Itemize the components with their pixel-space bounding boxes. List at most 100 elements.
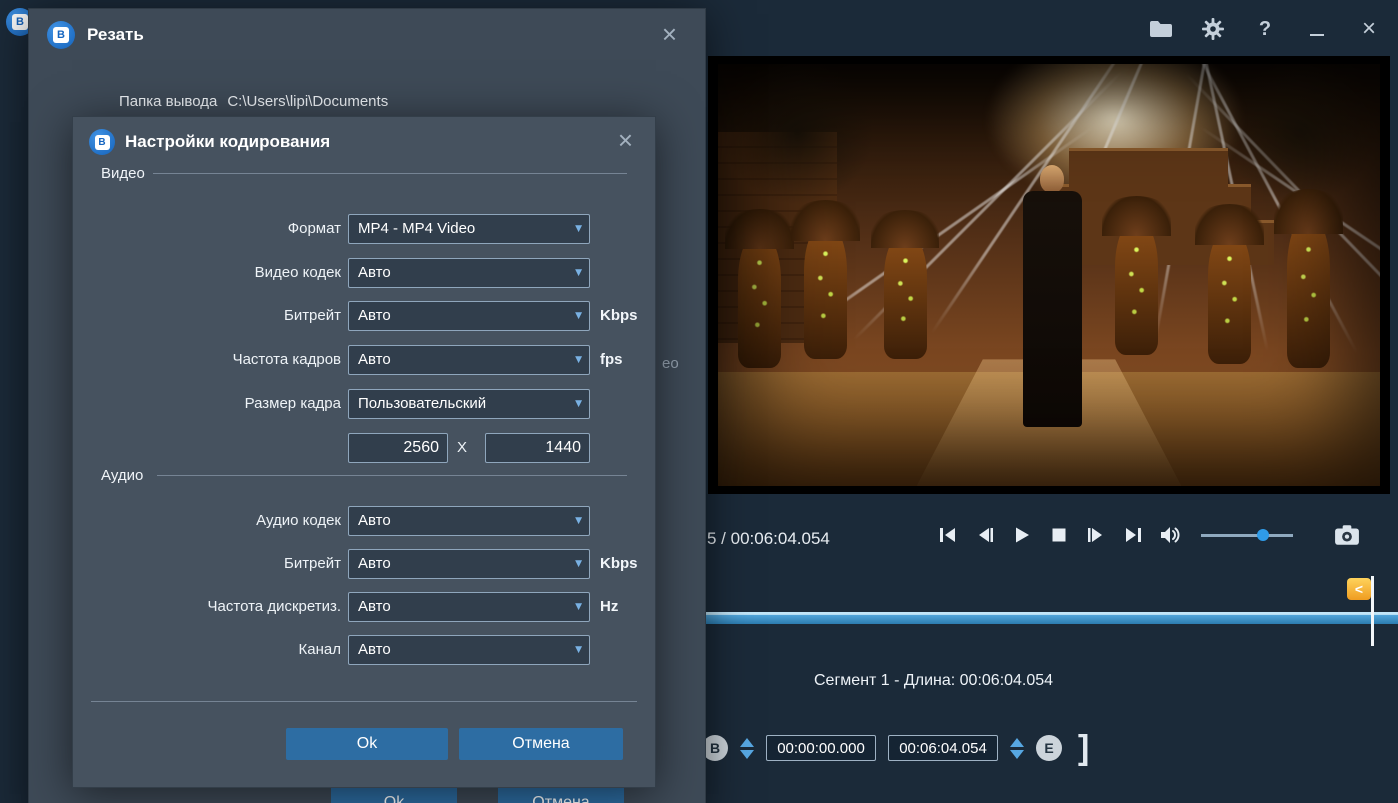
frame-height-field[interactable] [485,433,590,463]
prev-frame-button[interactable] [973,523,997,547]
close-icon[interactable]: × [1356,16,1382,42]
sample-rate-label: Частота дискретиз. [207,598,341,615]
titlebar-toolbar: ? × [1148,16,1382,42]
timeline-end-marker[interactable]: < [1347,578,1371,600]
frame-rate-label: Частота кадров [232,351,341,368]
next-frame-button[interactable] [1084,523,1108,547]
frame-rate-select[interactable]: Авто ▼ [348,345,590,375]
segment-title: Сегмент 1 - Длина: 00:06:04.054 [814,672,1054,689]
output-folder-row: Папка вывода C:\Users\lipi\Documents [119,93,388,110]
timeline-track[interactable] [706,612,1398,624]
format-select[interactable]: MP4 - MP4 Video ▼ [348,214,590,244]
help-icon[interactable]: ? [1252,16,1278,42]
next-keyframe-button[interactable] [1121,523,1145,547]
frame-size-select[interactable]: Пользовательский ▼ [348,389,590,419]
encoding-ok-button[interactable]: Ok [286,728,448,760]
kbps-unit: Kbps [600,555,638,572]
transport-controls [936,523,1359,547]
main-window: B ? × 5 / 00:06:04.054 < Сегмент 1 - Дли… [0,0,1398,803]
close-icon[interactable]: × [618,127,633,153]
format-row: Формат MP4 - MP4 Video ▼ [73,214,655,244]
minimize-icon[interactable] [1304,16,1330,42]
cut-dialog-title: Резать [87,25,144,44]
video-bitrate-row: Битрейт Авто ▼ Kbps [73,301,655,331]
channel-select[interactable]: Авто ▼ [348,635,590,665]
snapshot-camera-button[interactable] [1334,523,1359,547]
chevron-down-icon: ▼ [575,602,582,612]
volume-slider-track [1201,534,1293,537]
frame-size-label: Размер кадра [244,395,341,412]
app-logo-letter: B [12,14,28,30]
output-folder-label: Папка вывода [119,93,218,110]
chevron-down-icon: ▼ [575,224,582,234]
encoding-dialog-title: Настройки кодирования [125,132,331,151]
settings-gear-icon[interactable] [1200,16,1226,42]
end-time-stepper[interactable] [1010,737,1024,759]
channel-label: Канал [298,641,341,658]
vignette [718,64,1380,486]
kbps-unit: Kbps [600,307,638,324]
audio-bitrate-row: Битрейт Авто ▼ Kbps [73,549,655,579]
chevron-down-icon: ▼ [575,268,582,278]
sample-rate-select[interactable]: Авто ▼ [348,592,590,622]
hz-unit: Hz [600,598,619,615]
chevron-down-icon: ▼ [575,311,582,321]
frame-width-field[interactable] [348,433,448,463]
chevron-down-icon: ▼ [575,559,582,569]
encoding-cancel-button[interactable]: Отмена [459,728,623,760]
sample-rate-row: Частота дискретиз. Авто ▼ Hz [73,592,655,622]
video-frame-image [718,64,1380,486]
chevron-down-icon: ▼ [575,645,582,655]
encoding-settings-dialog: B Настройки кодирования × Видео Формат M… [72,116,656,788]
volume-slider-thumb[interactable] [1257,529,1269,541]
stop-button[interactable] [1047,523,1071,547]
frame-rate-row: Частота кадров Авто ▼ fps [73,345,655,375]
close-icon[interactable]: × [662,21,677,47]
volume-slider[interactable] [1201,528,1293,542]
video-group-label: Видео [101,165,145,182]
stepper-up-icon[interactable] [740,737,754,747]
dialog-logo-icon: B [47,21,75,49]
footer-divider [91,701,637,702]
channel-row: Канал Авто ▼ [73,635,655,665]
fps-unit: fps [600,351,623,368]
custom-size-row: X [73,433,655,463]
stepper-down-icon[interactable] [740,749,754,759]
audio-bitrate-select[interactable]: Авто ▼ [348,549,590,579]
segment-end-bracket-icon[interactable]: ] [1078,731,1089,765]
volume-icon[interactable] [1158,523,1182,547]
play-button[interactable] [1010,523,1034,547]
partial-hidden-label: ео [662,355,679,372]
dialog-logo-icon: B [89,129,115,155]
output-folder-path[interactable]: C:\Users\lipi\Documents [227,93,388,110]
video-codec-label: Видео кодек [254,264,341,281]
video-bitrate-select[interactable]: Авто ▼ [348,301,590,331]
stepper-down-icon[interactable] [1010,749,1024,759]
size-separator-label: X [457,439,468,456]
chevron-down-icon: ▼ [575,399,582,409]
end-badge[interactable]: E [1036,735,1062,761]
chevron-down-icon: ▼ [575,355,582,365]
audio-codec-row: Аудио кодек Авто ▼ [73,506,655,536]
video-preview [708,56,1390,494]
audio-bitrate-label: Битрейт [283,555,341,572]
segment-controls: B E ] [702,731,1089,765]
format-label: Формат [287,220,341,237]
group-divider [157,475,627,476]
chevron-down-icon: ▼ [575,516,582,526]
segment-start-time-field[interactable] [766,735,876,761]
video-codec-select[interactable]: Авто ▼ [348,258,590,288]
audio-group-label: Аудио [101,467,144,484]
start-time-stepper[interactable] [740,737,754,759]
open-folder-icon[interactable] [1148,16,1174,42]
stepper-up-icon[interactable] [1010,737,1024,747]
audio-codec-label: Аудио кодек [256,512,341,529]
video-codec-row: Видео кодек Авто ▼ [73,258,655,288]
timeline-marker-pole [1371,576,1374,646]
segment-end-time-field[interactable] [888,735,998,761]
frame-size-row: Размер кадра Пользовательский ▼ [73,389,655,419]
video-bitrate-label: Битрейт [283,307,341,324]
group-divider [153,173,627,174]
audio-codec-select[interactable]: Авто ▼ [348,506,590,536]
prev-keyframe-button[interactable] [936,523,960,547]
